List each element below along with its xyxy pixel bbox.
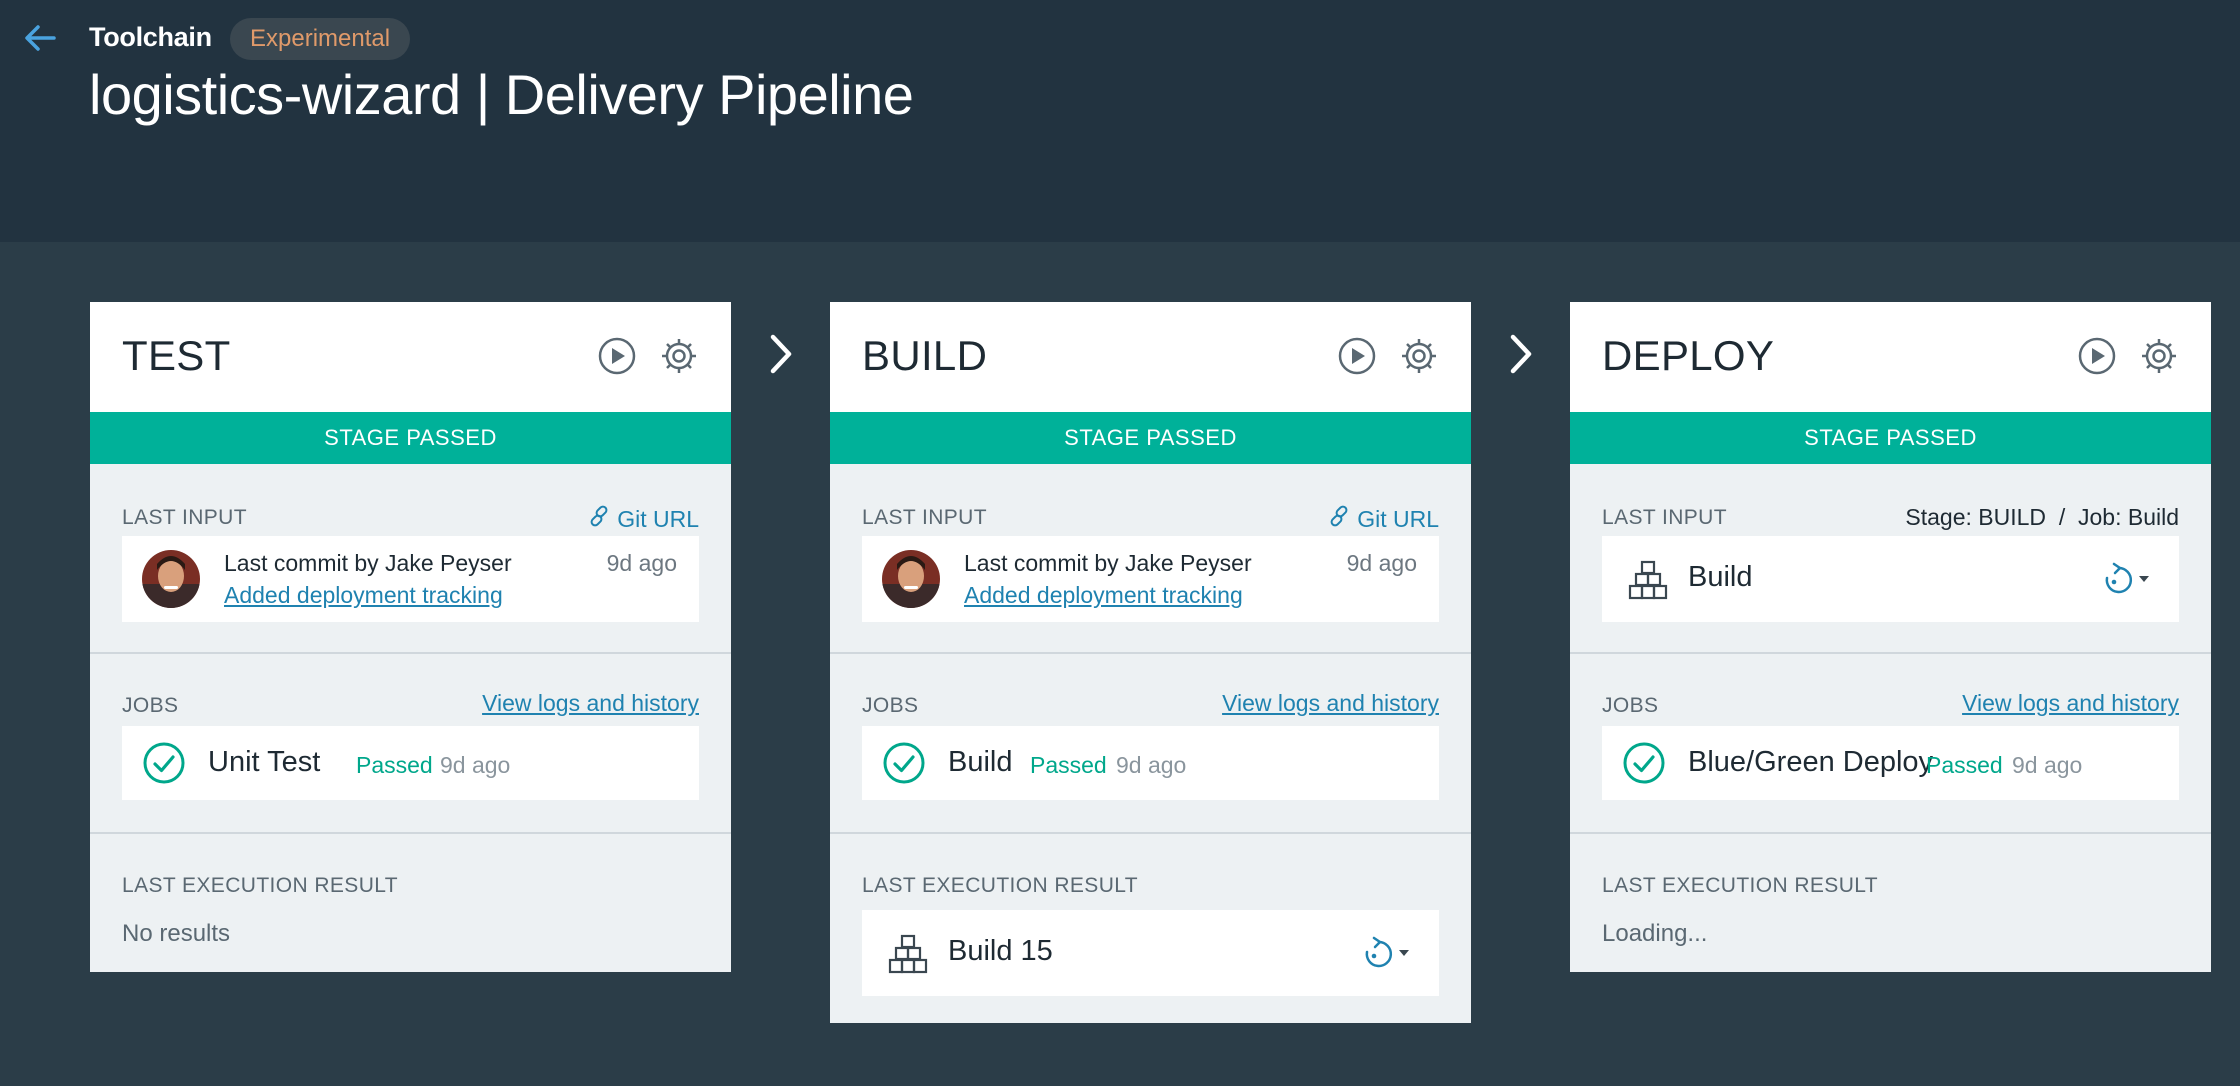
commit-age: 9d ago (1346, 550, 1417, 576)
view-logs-link[interactable]: View logs and history (1962, 690, 2179, 717)
last-result-section: LAST EXECUTION RESULT Loading... (1570, 834, 2211, 971)
last-input-label: LAST INPUT (122, 506, 247, 529)
play-icon[interactable] (597, 336, 637, 376)
last-result-label: LAST EXECUTION RESULT (862, 874, 1139, 897)
job-name: Build (948, 746, 1013, 778)
jobs-section: JOBS View logs and history Blue/Green De… (1570, 654, 2211, 834)
avatar (882, 550, 940, 608)
job-item[interactable]: Build Passed 9d ago (862, 726, 1439, 800)
redeploy-icon[interactable] (2097, 560, 2157, 600)
result-text: Loading... (1602, 920, 1708, 947)
git-url-link[interactable]: Git URL (1327, 504, 1439, 534)
last-input-label: LAST INPUT (1602, 506, 1727, 529)
page-header: Toolchain Experimental logistics-wizard … (0, 0, 2240, 242)
job-name: Blue/Green Deploy (1688, 746, 1934, 778)
stage-title: DEPLOY (1602, 332, 1775, 379)
play-icon[interactable] (1337, 336, 1377, 376)
jobs-label: JOBS (122, 694, 179, 717)
last-input-section: LAST INPUT Stage: BUILD / Job: Build Bui… (1570, 464, 2211, 654)
view-logs-link[interactable]: View logs and history (1222, 690, 1439, 717)
last-result-section: LAST EXECUTION RESULT No results (90, 834, 731, 971)
gear-icon[interactable] (1399, 336, 1439, 376)
stage-header: DEPLOY (1570, 302, 2211, 412)
stage-status-bar: STAGE PASSED (1570, 412, 2211, 464)
artifact-name: Build 15 (948, 935, 1053, 967)
commit-message-link[interactable]: Added deployment tracking (964, 582, 1243, 609)
stage-card-test: TEST STAGE PASSED LAST INPUT Git URL Las… (90, 302, 731, 972)
redeploy-icon[interactable] (1357, 934, 1417, 974)
job-name: Unit Test (208, 746, 321, 778)
experimental-badge: Experimental (230, 18, 411, 60)
jobs-label: JOBS (862, 694, 919, 717)
check-circle-icon (142, 741, 186, 785)
input-artifact-card[interactable]: Build (1602, 536, 2179, 622)
back-arrow-icon[interactable] (22, 20, 58, 56)
git-url-label: Git URL (617, 505, 699, 532)
view-logs-link[interactable]: View logs and history (482, 690, 699, 717)
commit-author: Last commit by Jake Peyser (964, 550, 1252, 576)
last-input-section: LAST INPUT Git URL Last commit by Jake P… (90, 464, 731, 654)
link-icon (587, 504, 611, 534)
last-result-label: LAST EXECUTION RESULT (122, 874, 399, 897)
git-url-label: Git URL (1357, 505, 1439, 532)
commit-card: Last commit by Jake Peyser Added deploym… (862, 536, 1439, 622)
stage-card-deploy: DEPLOY STAGE PASSED LAST INPUT Stage: BU… (1570, 302, 2211, 972)
check-circle-icon (1622, 741, 1666, 785)
stage-title: TEST (122, 332, 231, 379)
last-result-section: LAST EXECUTION RESULT Build 15 (830, 834, 1471, 1022)
commit-card: Last commit by Jake Peyser Added deploym… (122, 536, 699, 622)
commit-age: 9d ago (606, 550, 677, 576)
play-icon[interactable] (2077, 336, 2117, 376)
last-input-section: LAST INPUT Git URL Last commit by Jake P… (830, 464, 1471, 654)
stage-header: TEST (90, 302, 731, 412)
blocks-icon (1628, 560, 1668, 600)
chevron-right-icon (1504, 332, 1538, 376)
stage-header: BUILD (830, 302, 1471, 412)
git-url-link[interactable]: Git URL (587, 504, 699, 534)
job-item[interactable]: Unit Test Passed 9d ago (122, 726, 699, 800)
breadcrumb-toolchain[interactable]: Toolchain (89, 22, 212, 53)
stage-status-bar: STAGE PASSED (90, 412, 731, 464)
result-text: No results (122, 920, 231, 947)
build-artifact-card[interactable]: Build 15 (862, 910, 1439, 996)
artifact-name: Build (1688, 561, 1753, 593)
stage-title: BUILD (862, 332, 988, 379)
chevron-right-icon (764, 332, 798, 376)
job-item[interactable]: Blue/Green Deploy Passed 9d ago (1602, 726, 2179, 800)
job-status: Passed (1926, 752, 2003, 778)
gear-icon[interactable] (2139, 336, 2179, 376)
link-icon (1327, 504, 1351, 534)
job-status: Passed (1030, 752, 1107, 778)
job-age: 9d ago (1116, 752, 1187, 778)
avatar (142, 550, 200, 608)
gear-icon[interactable] (659, 336, 699, 376)
job-status: Passed (356, 752, 433, 778)
commit-author: Last commit by Jake Peyser (224, 550, 512, 576)
jobs-section: JOBS View logs and history Build Passed … (830, 654, 1471, 834)
last-result-label: LAST EXECUTION RESULT (1602, 874, 1879, 897)
last-input-label: LAST INPUT (862, 506, 987, 529)
stage-card-build: BUILD STAGE PASSED LAST INPUT Git URL La… (830, 302, 1471, 1023)
jobs-section: JOBS View logs and history Unit Test Pas… (90, 654, 731, 834)
commit-message-link[interactable]: Added deployment tracking (224, 582, 503, 609)
check-circle-icon (882, 741, 926, 785)
job-age: 9d ago (440, 752, 511, 778)
input-source: Stage: BUILD / Job: Build (1905, 504, 2179, 530)
stage-status-bar: STAGE PASSED (830, 412, 1471, 464)
jobs-label: JOBS (1602, 694, 1659, 717)
page-title: logistics-wizard | Delivery Pipeline (89, 63, 914, 126)
blocks-icon (888, 934, 928, 974)
job-age: 9d ago (2012, 752, 2083, 778)
